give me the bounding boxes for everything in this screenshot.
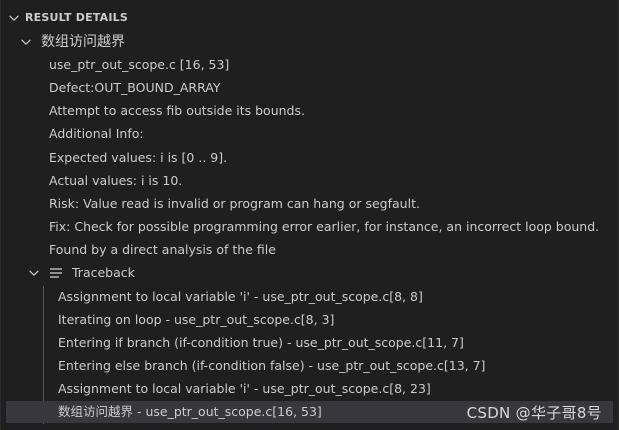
- detail-found-by: Found by a direct analysis of the file: [49, 242, 276, 257]
- detail-expected-values: Expected values: i is [0 .. 9].: [49, 150, 228, 165]
- traceback-label: Traceback: [72, 265, 135, 280]
- traceback-item-label: Assignment to local variable 'i' - use_p…: [58, 289, 423, 304]
- traceback-item-label: Entering if branch (if-condition true) -…: [58, 335, 464, 350]
- detail-additional-info: Additional Info:: [49, 126, 144, 141]
- detail-risk: Risk: Value read is invalid or program c…: [49, 196, 420, 211]
- issue-title: 数组访问越界: [41, 34, 125, 50]
- traceback-item-label: Iterating on loop - use_ptr_out_scope.c[…: [58, 312, 335, 327]
- detail-row[interactable]: Additional Info:: [1, 123, 618, 145]
- traceback-item-label: Entering else branch (if-condition false…: [58, 358, 486, 373]
- detail-fix: Fix: Check for possible programming erro…: [49, 219, 600, 234]
- detail-row[interactable]: Expected values: i is [0 .. 9].: [1, 147, 618, 169]
- traceback-item-label: Assignment to local variable 'i' - use_p…: [58, 381, 431, 396]
- chevron-down-icon[interactable]: [19, 31, 35, 53]
- detail-defect: Defect:OUT_BOUND_ARRAY: [49, 80, 221, 95]
- watermark: CSDN @华子哥8号: [466, 404, 602, 422]
- traceback-item[interactable]: Entering if branch (if-condition true) -…: [1, 332, 618, 354]
- traceback-item-label: 数组访问越界 - use_ptr_out_scope.c[16, 53]: [58, 404, 322, 419]
- list-icon: [49, 262, 65, 284]
- traceback-item[interactable]: Assignment to local variable 'i' - use_p…: [1, 378, 618, 400]
- detail-actual-values: Actual values: i is 10.: [49, 173, 183, 188]
- detail-row[interactable]: Risk: Value read is invalid or program c…: [1, 193, 618, 215]
- section-header[interactable]: RESULT DETAILS: [1, 7, 618, 29]
- detail-message: Attempt to access fib outside its bounds…: [49, 103, 305, 118]
- traceback-item[interactable]: Entering else branch (if-condition false…: [1, 355, 618, 377]
- detail-row[interactable]: Actual values: i is 10.: [1, 170, 618, 192]
- detail-row[interactable]: Fix: Check for possible programming erro…: [1, 216, 618, 238]
- section-title: RESULT DETAILS: [25, 11, 128, 24]
- detail-row[interactable]: Found by a direct analysis of the file: [1, 239, 618, 261]
- detail-row[interactable]: use_ptr_out_scope.c [16, 53]: [1, 54, 618, 76]
- traceback-header[interactable]: Traceback: [1, 262, 618, 284]
- chevron-down-icon[interactable]: [27, 262, 43, 284]
- traceback-item[interactable]: Assignment to local variable 'i' - use_p…: [1, 286, 618, 308]
- detail-file-location: use_ptr_out_scope.c [16, 53]: [49, 57, 230, 72]
- issue-title-row[interactable]: 数组访问越界: [1, 31, 618, 53]
- traceback-item[interactable]: Iterating on loop - use_ptr_out_scope.c[…: [1, 309, 618, 331]
- detail-row[interactable]: Defect:OUT_BOUND_ARRAY: [1, 77, 618, 99]
- result-details-panel: RESULT DETAILS 数组访问越界 use_ptr_out_scope.…: [0, 0, 619, 430]
- detail-row[interactable]: Attempt to access fib outside its bounds…: [1, 100, 618, 122]
- chevron-down-icon[interactable]: [7, 7, 23, 29]
